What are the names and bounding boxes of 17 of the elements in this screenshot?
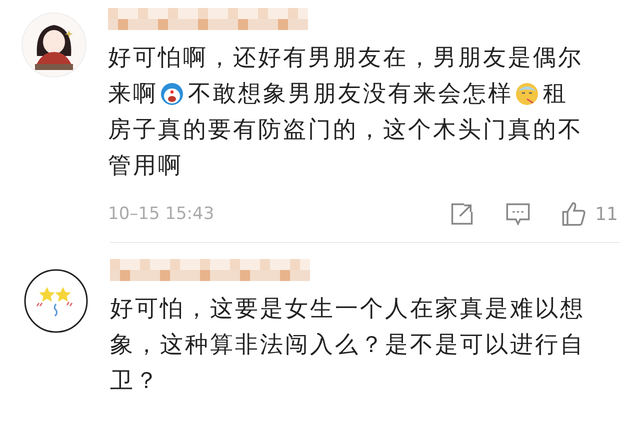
comment-icon[interactable] [505, 201, 532, 227]
comment-text: 卫？ [110, 367, 160, 396]
thumbs-up-icon [561, 201, 588, 227]
comment-text: 房子真的要有防盗门的，这个木头门真的不 [108, 116, 583, 145]
timestamp: 10–15 15:43 [108, 204, 214, 224]
comment-text: 好可怕，这要是女生一个人在家真是难以想 [110, 295, 585, 324]
comment-text: 好可怕啊，还好有男朋友在，男朋友是偶尔 [108, 44, 583, 73]
comment-text: 来啊 [108, 80, 158, 109]
like-button[interactable]: 11 [561, 201, 618, 227]
cartoon-face-icon [160, 82, 184, 106]
comment-text: 不敢想象男朋友没有来会怎样 [188, 80, 513, 109]
avatar[interactable] [23, 268, 89, 334]
comment-text: 象，这种算非法闯入么？是不是可以进行自 [110, 331, 585, 360]
thermometer-face-icon [515, 82, 539, 106]
comment-text: 租 [543, 80, 568, 109]
comment-text: 管用啊 [108, 152, 183, 181]
share-icon[interactable] [449, 201, 476, 227]
